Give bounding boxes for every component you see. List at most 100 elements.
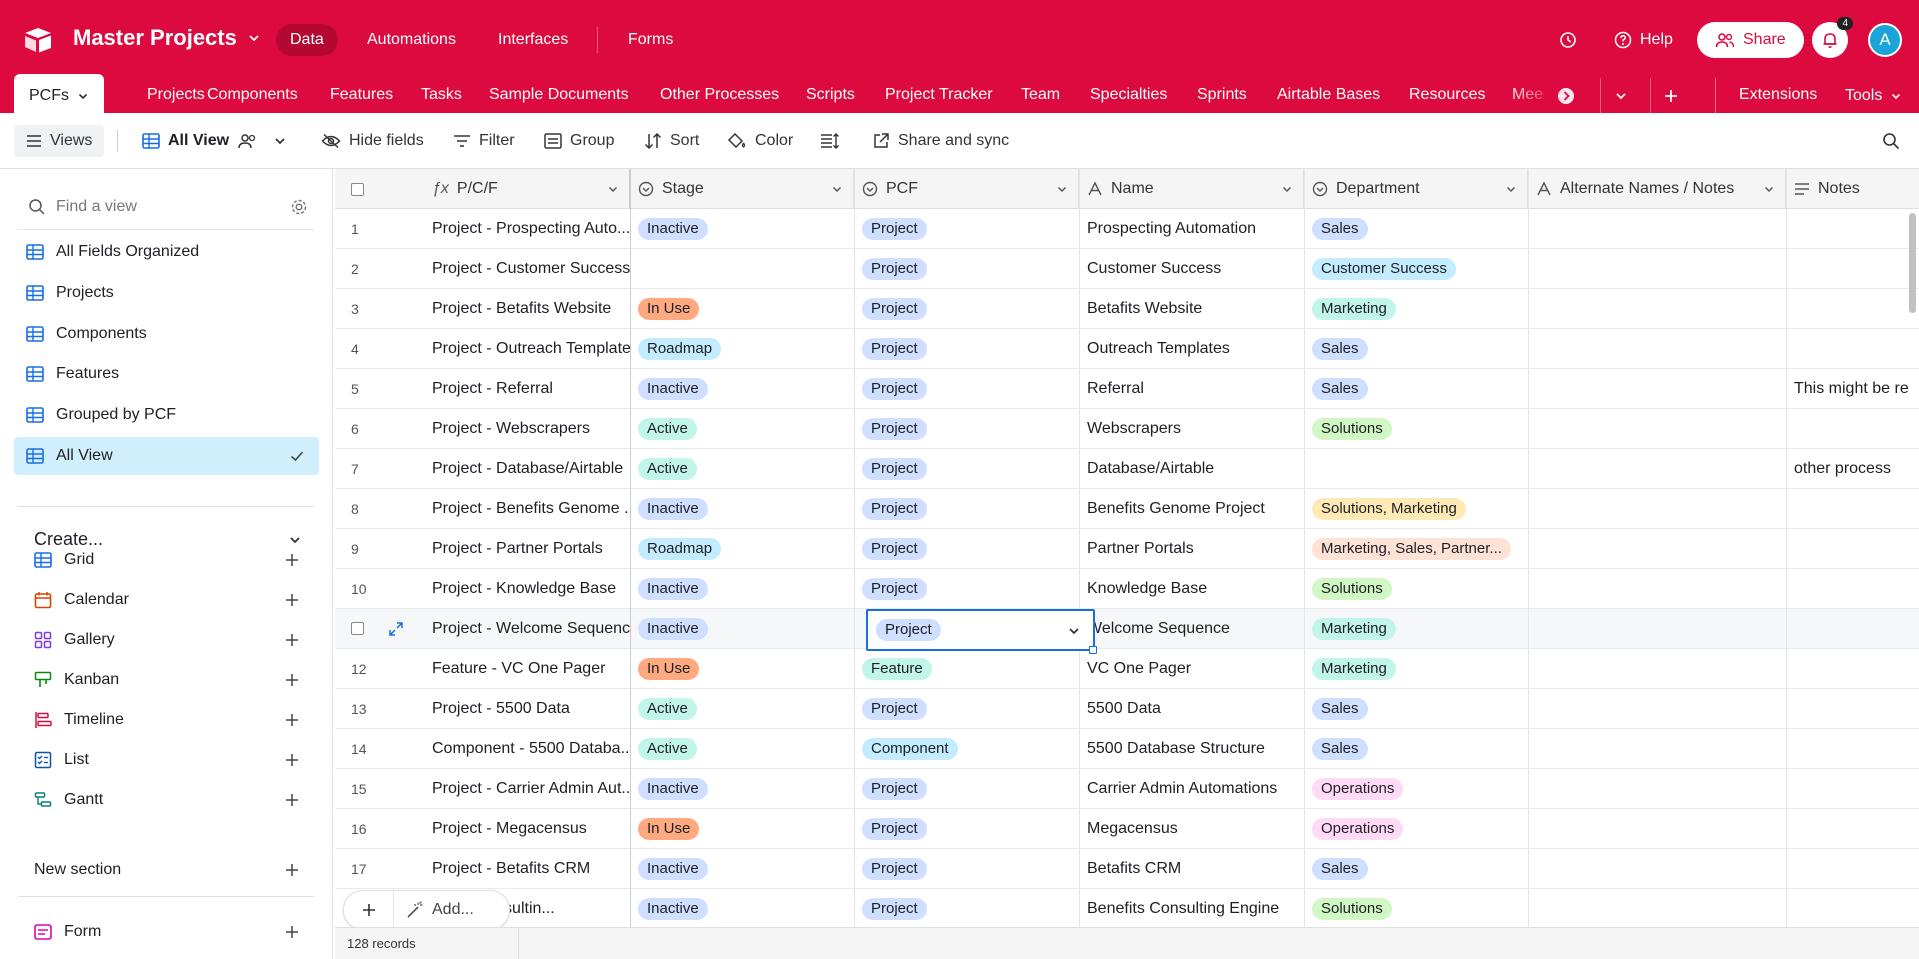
column-header-notes[interactable]: Notes <box>1786 169 1919 209</box>
table-row[interactable]: 7 Project - Database/Airtable Active Projec… <box>335 449 1919 489</box>
table-row[interactable]: Project - Welcome Sequence Inactive Welcom… <box>335 609 1919 649</box>
cell-department[interactable]: Marketing, Sales, Partner... <box>1304 529 1528 569</box>
cell-stage[interactable]: Inactive <box>630 849 854 889</box>
cell-pcf[interactable]: Project <box>854 809 1079 849</box>
cell-notes[interactable] <box>1786 409 1919 449</box>
cell-department[interactable]: Customer Success <box>1304 249 1528 289</box>
table-row[interactable]: 8 Project - Benefits Genome ... Inactive Pr… <box>335 489 1919 529</box>
create-view-item[interactable]: Gantt <box>34 782 300 818</box>
tab-project-tracker[interactable]: Project Tracker <box>870 78 1008 113</box>
cell-pcf[interactable]: Project <box>854 209 1079 249</box>
tab-airtable-bases[interactable]: Airtable Bases <box>1262 78 1395 113</box>
cell-stage[interactable]: Inactive <box>630 889 854 927</box>
gear-icon[interactable] <box>290 198 308 216</box>
all-tables-button[interactable] <box>1600 78 1640 113</box>
cell-department[interactable]: Sales <box>1304 849 1528 889</box>
selected-cell-editor[interactable]: Project <box>866 609 1095 651</box>
cell-department[interactable]: Sales <box>1304 729 1528 769</box>
extensions-button[interactable]: Extensions <box>1724 78 1832 113</box>
cell-pcf-name[interactable]: Project - Knowledge Base <box>422 569 630 609</box>
cell-pcf-name[interactable]: Project - Customer Success <box>422 249 630 289</box>
view-switcher-button[interactable]: All View <box>142 125 287 157</box>
cell-stage[interactable]: Inactive <box>630 489 854 529</box>
tab-scripts[interactable]: Scripts <box>791 78 870 113</box>
cell-alternate-names[interactable] <box>1528 369 1786 409</box>
column-header-name[interactable]: Name <box>1079 169 1304 209</box>
cell-stage[interactable]: Inactive <box>630 369 854 409</box>
cell-pcf-name[interactable]: Feature - VC One Pager <box>422 649 630 689</box>
cell-department[interactable]: Solutions <box>1304 409 1528 449</box>
select-all-checkbox[interactable] <box>351 182 364 196</box>
cell-stage[interactable]: Roadmap <box>630 529 854 569</box>
tab-team[interactable]: Team <box>1006 78 1075 113</box>
cell-alternate-names[interactable] <box>1528 729 1786 769</box>
create-view-item[interactable]: Grid <box>34 542 300 578</box>
column-header-pcf[interactable]: PCF <box>854 169 1079 209</box>
table-row[interactable]: 9 Project - Partner Portals Roadmap Project… <box>335 529 1919 569</box>
find-view-search[interactable]: Find a view <box>28 189 308 225</box>
cell-pcf-name[interactable]: Project - 5500 Data <box>422 689 630 729</box>
cell-pcf[interactable]: Feature <box>854 649 1079 689</box>
create-view-item[interactable]: Kanban <box>34 662 300 698</box>
cell-pcf[interactable]: Project <box>854 689 1079 729</box>
cell-stage[interactable]: Active <box>630 729 854 769</box>
cell-name[interactable]: 5500 Database Structure <box>1079 729 1304 769</box>
table-row[interactable]: 6 Project - Webscrapers Active Project Websc… <box>335 409 1919 449</box>
cell-department[interactable]: Marketing <box>1304 649 1528 689</box>
cell-pcf[interactable]: Project <box>854 889 1079 927</box>
cell-pcf-name[interactable]: Project - Referral <box>422 369 630 409</box>
add-menu-button[interactable]: Add... <box>394 901 474 919</box>
cell-pcf[interactable]: Project <box>854 369 1079 409</box>
cell-name[interactable]: Benefits Genome Project <box>1079 489 1304 529</box>
cell-stage[interactable]: Roadmap <box>630 329 854 369</box>
cell-department[interactable]: Solutions <box>1304 569 1528 609</box>
cell-alternate-names[interactable] <box>1528 209 1786 249</box>
create-view-item[interactable]: Calendar <box>34 582 300 618</box>
tab-resources[interactable]: Resources <box>1394 78 1500 113</box>
cell-pcf[interactable]: Project <box>854 249 1079 289</box>
cell-pcf[interactable]: Project <box>854 329 1079 369</box>
hide-fields-button[interactable]: Hide fields <box>321 125 424 157</box>
cell-pcf-name[interactable]: Project - Database/Airtable <box>422 449 630 489</box>
cell-stage[interactable]: Inactive <box>630 769 854 809</box>
create-view-item[interactable]: Timeline <box>34 702 300 738</box>
cell-name[interactable]: Database/Airtable <box>1079 449 1304 489</box>
cell-stage[interactable]: Inactive <box>630 569 854 609</box>
sidebar-view-item[interactable]: Grouped by PCF <box>14 396 319 434</box>
cell-department[interactable]: Sales <box>1304 369 1528 409</box>
cell-name[interactable]: Megacensus <box>1079 809 1304 849</box>
table-row[interactable]: 3 Project - Betafits Website In Use Project… <box>335 289 1919 329</box>
cell-name[interactable]: Referral <box>1079 369 1304 409</box>
airtable-logo-icon[interactable] <box>22 24 54 56</box>
tab-sprints[interactable]: Sprints <box>1182 78 1262 113</box>
cell-pcf-name[interactable]: Project - Benefits Genome ... <box>422 489 630 529</box>
cell-notes[interactable] <box>1786 289 1919 329</box>
nav-forms[interactable]: Forms <box>614 24 687 56</box>
table-row[interactable]: 13 Project - 5500 Data Active Project 5500 D… <box>335 689 1919 729</box>
cell-alternate-names[interactable] <box>1528 689 1786 729</box>
table-row[interactable]: 10 Project - Knowledge Base Inactive Projec… <box>335 569 1919 609</box>
cell-notes[interactable] <box>1786 689 1919 729</box>
sidebar-view-item[interactable]: Projects <box>14 274 319 312</box>
tab-components[interactable]: Components <box>192 78 313 113</box>
row-height-button[interactable] <box>820 125 840 157</box>
cell-notes[interactable] <box>1786 769 1919 809</box>
sidebar-view-item[interactable]: All View <box>14 437 319 475</box>
scroll-tabs-button[interactable] <box>1548 78 1584 113</box>
cell-alternate-names[interactable] <box>1528 249 1786 289</box>
table-row[interactable]: 12 Feature - VC One Pager In Use Feature VC … <box>335 649 1919 689</box>
avatar[interactable]: A <box>1868 23 1902 57</box>
cell-name[interactable]: Partner Portals <box>1079 529 1304 569</box>
cell-department[interactable]: Marketing <box>1304 289 1528 329</box>
table-row[interactable]: 16 Project - Megacensus In Use Project Megac… <box>335 809 1919 849</box>
cell-name[interactable]: Carrier Admin Automations <box>1079 769 1304 809</box>
nav-interfaces[interactable]: Interfaces <box>484 24 582 56</box>
cell-alternate-names[interactable] <box>1528 889 1786 927</box>
cell-stage[interactable]: In Use <box>630 809 854 849</box>
cell-department[interactable]: Sales <box>1304 329 1528 369</box>
cell-pcf-name[interactable]: Project - Prospecting Auto... <box>422 209 630 249</box>
sidebar-view-item[interactable]: All Fields Organized <box>14 233 319 271</box>
cell-pcf-name[interactable]: Project - Webscrapers <box>422 409 630 449</box>
cell-department[interactable]: Sales <box>1304 689 1528 729</box>
column-header-department[interactable]: Department <box>1304 169 1528 209</box>
